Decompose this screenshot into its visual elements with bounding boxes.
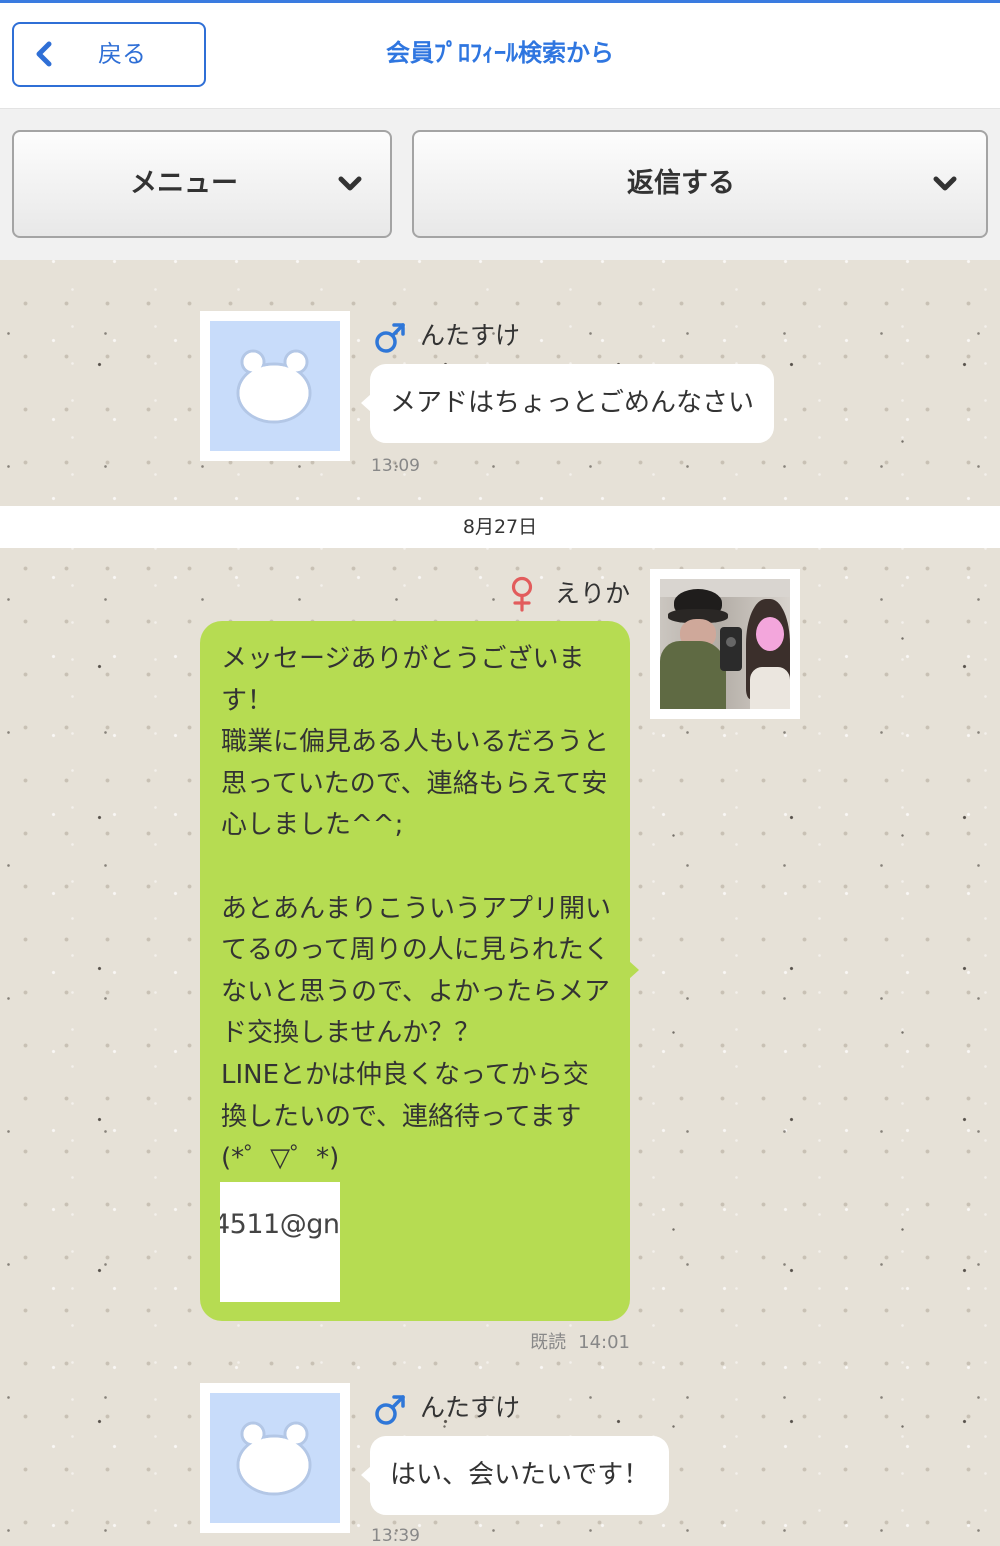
avatar[interactable] bbox=[200, 311, 350, 461]
male-icon bbox=[374, 322, 406, 354]
date-separator: 8月27日 bbox=[0, 506, 1000, 548]
avatar[interactable] bbox=[650, 569, 800, 719]
message-text-line: す！ bbox=[221, 685, 274, 716]
message-text-line: LINEとかは仲良くなってから交 bbox=[221, 1059, 589, 1090]
page-title: 会員ﾌﾟﾛﾌｨｰﾙ検索から bbox=[386, 39, 614, 67]
reply-button-label: 返信する bbox=[627, 168, 735, 199]
sender-name: んたすけ bbox=[420, 321, 521, 350]
message-bubble: メッセージありがとうございま す！ 職業に偏見ある人もいるだろうと 思っていたの… bbox=[200, 621, 639, 1321]
message-text: はい、会いたいです！ bbox=[390, 1460, 650, 1490]
message-bubble: はい、会いたいです！ bbox=[361, 1436, 670, 1515]
toolbar: メニュー 返信する bbox=[0, 109, 1000, 260]
sender-name: えりか bbox=[555, 579, 631, 608]
message-bubble: メアドはちょっとごめんなさい bbox=[361, 364, 775, 443]
chat-screen: 戻る 会員ﾌﾟﾛﾌｨｰﾙ検索から メニュー 返信する んたすけ メアドはちょっと… bbox=[0, 0, 1000, 1546]
chevron-down-icon bbox=[932, 175, 958, 193]
reply-button[interactable]: 返信する bbox=[412, 130, 988, 238]
message-text-line: 心しました^^; bbox=[221, 810, 404, 841]
message-text-line: てるのって周りの人に見られたく bbox=[221, 935, 610, 966]
message-text-line: (*゜▽゜*) bbox=[221, 1143, 340, 1174]
top-accent-bar bbox=[0, 0, 1000, 3]
message-time: 13:09 bbox=[371, 456, 420, 476]
message-text: メアドはちょっとごめんなさい bbox=[390, 388, 755, 418]
image-attachment[interactable]: 4511@gn bbox=[220, 1181, 340, 1302]
bear-placeholder-icon bbox=[210, 1393, 340, 1523]
male-icon bbox=[374, 1394, 406, 1426]
menu-button[interactable]: メニュー bbox=[12, 130, 392, 238]
profile-photo bbox=[660, 579, 790, 709]
message-time: 13:39 bbox=[371, 1526, 420, 1546]
bubble-tail bbox=[361, 1466, 371, 1484]
menu-button-label: メニュー bbox=[130, 168, 238, 199]
chevron-down-icon bbox=[337, 175, 363, 193]
message-time: 14:01 bbox=[578, 1332, 630, 1353]
avatar[interactable] bbox=[200, 1383, 350, 1533]
message-text-line: ないと思うので、よかったらメア bbox=[221, 976, 610, 1007]
bubble-tail bbox=[361, 394, 371, 412]
header: 戻る 会員ﾌﾟﾛﾌｨｰﾙ検索から bbox=[0, 0, 1000, 109]
female-icon bbox=[508, 576, 536, 612]
message-text-line: 思っていたので、連絡もらえて安 bbox=[221, 768, 608, 799]
chat-thread[interactable]: んたすけ メアドはちょっとごめんなさい 13:09 8月27日 えりか メッセー… bbox=[0, 260, 1000, 1546]
bear-placeholder-icon bbox=[210, 321, 340, 451]
sender-name: んたすけ bbox=[420, 1393, 521, 1422]
message-text-line: 職業に偏見ある人もいるだろうと bbox=[221, 727, 609, 758]
message-text-line: あとあんまりこういうアプリ開い bbox=[221, 893, 612, 924]
read-status: 既読 14:01 bbox=[200, 1333, 630, 1353]
attachment-text: 4511@gn bbox=[220, 1208, 340, 1240]
read-label: 既読 bbox=[530, 1332, 567, 1353]
message-text-line: 換したいので、連絡待ってます bbox=[221, 1101, 582, 1132]
message-text-line: メッセージありがとうございま bbox=[221, 644, 585, 674]
bubble-tail bbox=[629, 961, 639, 979]
message-text-line: ド交換しませんか？？ bbox=[221, 1018, 481, 1049]
